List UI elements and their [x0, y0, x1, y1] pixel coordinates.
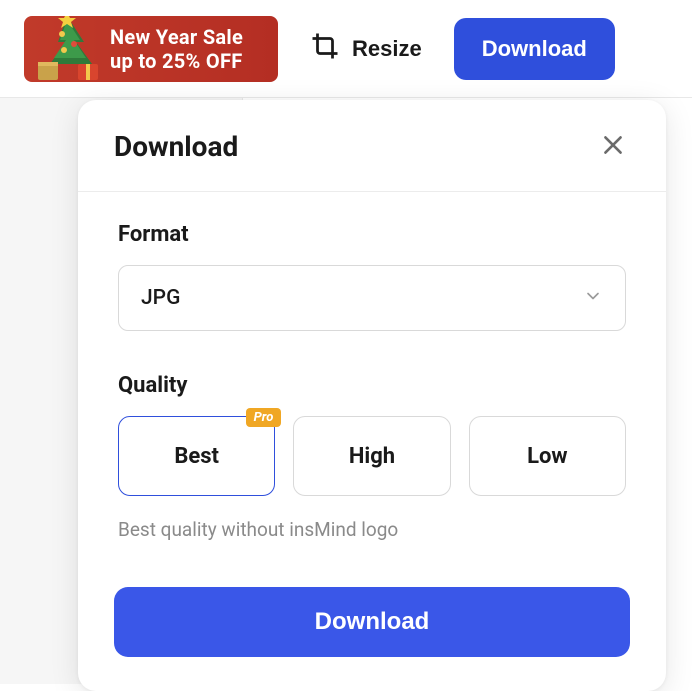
- quality-option-low[interactable]: Low: [469, 416, 626, 496]
- dialog-header: Download: [78, 100, 666, 192]
- download-button-toolbar[interactable]: Download: [454, 18, 615, 80]
- quality-label: Quality: [118, 373, 626, 398]
- quality-option-label: Low: [527, 444, 567, 469]
- christmas-tree-icon: [24, 16, 110, 82]
- quality-option-high[interactable]: High: [293, 416, 450, 496]
- quality-options: Best Pro High Low: [118, 416, 626, 496]
- quality-option-label: Best: [174, 444, 219, 469]
- format-select[interactable]: JPG: [118, 265, 626, 331]
- format-section: Format JPG: [118, 222, 626, 331]
- crop-icon: [310, 31, 340, 67]
- download-button-primary[interactable]: Download: [114, 587, 630, 657]
- promo-banner[interactable]: New Year Sale up to 25% OFF: [24, 16, 278, 82]
- dialog-body: Format JPG Quality Best Pro High: [78, 192, 666, 541]
- close-button[interactable]: [596, 128, 630, 165]
- download-dialog: Download Format JPG Quali: [78, 100, 666, 691]
- close-icon: [600, 132, 626, 161]
- promo-line2: up to 25% OFF: [110, 49, 243, 73]
- quality-note: Best quality without insMind logo: [118, 518, 626, 541]
- promo-text: New Year Sale up to 25% OFF: [110, 25, 243, 73]
- dialog-title: Download: [114, 130, 238, 163]
- pro-badge: Pro: [246, 408, 282, 427]
- chevron-down-icon: [583, 286, 603, 310]
- resize-label: Resize: [352, 36, 422, 62]
- format-selected-value: JPG: [141, 286, 180, 310]
- quality-section: Quality Best Pro High Low Best quality w…: [118, 373, 626, 541]
- format-label: Format: [118, 222, 626, 247]
- quality-option-label: High: [349, 444, 395, 469]
- top-toolbar: New Year Sale up to 25% OFF Resize Downl…: [0, 0, 692, 98]
- quality-option-best[interactable]: Best Pro: [118, 416, 275, 496]
- resize-button[interactable]: Resize: [304, 23, 428, 75]
- promo-line1: New Year Sale: [110, 25, 243, 49]
